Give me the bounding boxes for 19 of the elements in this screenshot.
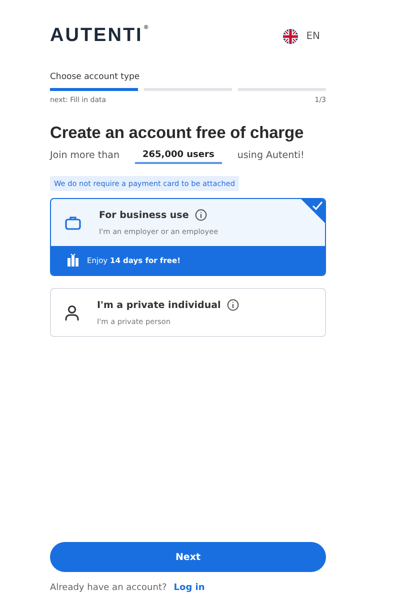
language-selector[interactable]: EN: [283, 28, 320, 44]
account-question: Already have an account?: [50, 583, 167, 593]
selected-check-icon: [301, 199, 325, 223]
option-title: I'm a private individual: [97, 300, 221, 310]
next-button[interactable]: Next: [50, 542, 326, 572]
briefcase-icon: [65, 216, 81, 230]
join-text: Join more than: [50, 150, 120, 163]
page-title: Create an account free of charge: [50, 124, 305, 143]
info-icon[interactable]: [194, 209, 207, 221]
uk-flag-icon: [283, 28, 298, 44]
step-label: Choose account type: [50, 72, 141, 82]
gift-icon: [67, 253, 79, 267]
join-text: using Autenti!: [237, 150, 304, 163]
option-title: For business use: [99, 210, 189, 220]
user-count: 265,000 users: [134, 150, 222, 164]
info-icon[interactable]: [226, 299, 239, 311]
autenti-logo: AUTENTI$^{®}$: [50, 25, 150, 47]
person-icon: [65, 304, 79, 320]
login-link[interactable]: Log in: [174, 583, 205, 593]
